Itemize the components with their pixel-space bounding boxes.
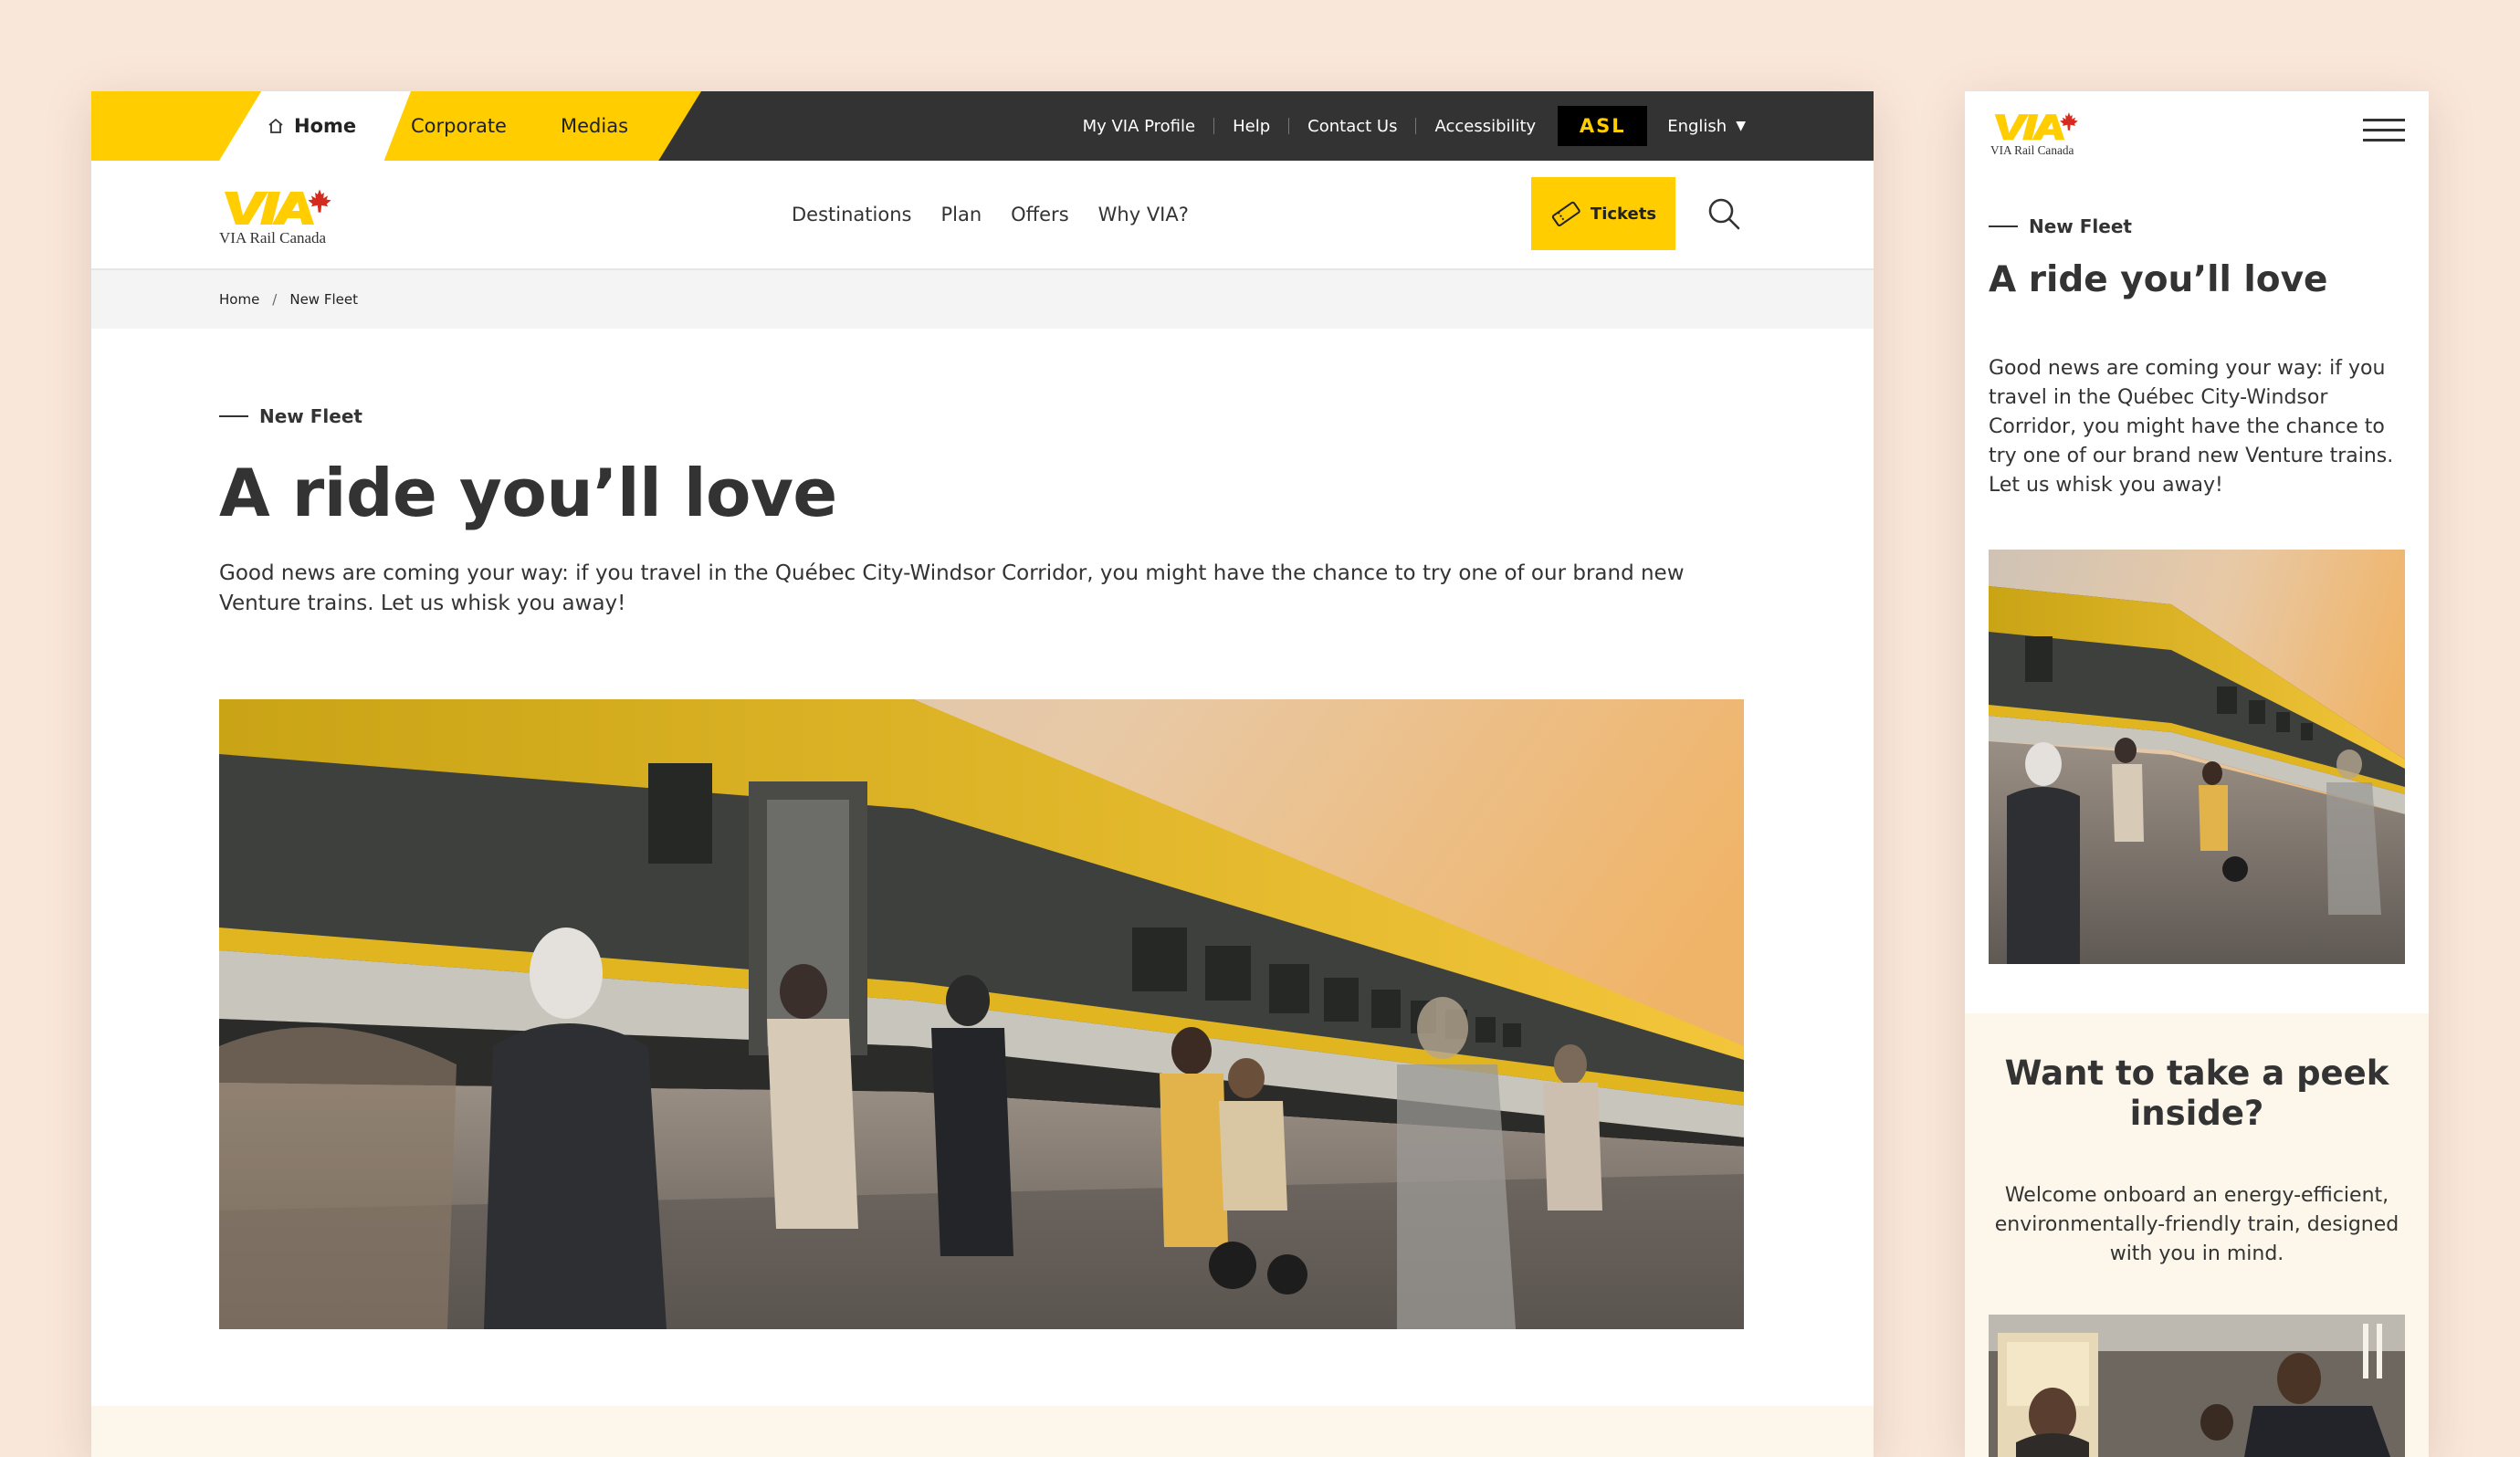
topbar-medias-link[interactable]: Medias: [561, 91, 628, 161]
hero-intro: Good news are coming your way: if you tr…: [219, 561, 1685, 615]
page-title-mobile: A ride you’ll love: [1989, 259, 2328, 300]
search-icon: [1708, 198, 1740, 230]
breadcrumb-separator: /: [272, 291, 278, 308]
breadcrumb-current: New Fleet: [289, 291, 358, 308]
mobile-view: VIA Rail Canada New Fleet A ride you’ll …: [1965, 91, 2429, 1457]
contact-us-link[interactable]: Contact Us: [1289, 117, 1415, 136]
nav-plan[interactable]: Plan: [940, 204, 982, 225]
train-platform-scene: [219, 699, 1744, 1329]
nav-why-via[interactable]: Why VIA?: [1098, 204, 1189, 225]
logo-wordmark-mobile: VIA Rail Canada: [1990, 143, 2074, 157]
hero-train-photo: [219, 699, 1744, 1329]
nav-offers[interactable]: Offers: [1011, 204, 1069, 225]
primary-nav: Destinations Plan Offers Why VIA?: [792, 161, 1218, 268]
peek-text: Welcome onboard an energy-efficient, env…: [1994, 1184, 2399, 1265]
main-navigation: VIA Rail Canada Destinations Plan Offers…: [91, 161, 1874, 270]
home-label: Home: [294, 115, 357, 137]
caret-down-icon: ▼: [1736, 119, 1746, 133]
hero-eyebrow: New Fleet: [219, 405, 362, 427]
hero-train-photo-mobile: [1989, 550, 2405, 964]
topbar-home-link[interactable]: Home: [267, 91, 356, 161]
breadcrumb: Home / New Fleet: [91, 270, 1874, 329]
home-icon: [268, 118, 283, 133]
peek-section-top: [91, 1406, 1874, 1457]
my-via-profile-link[interactable]: My VIA Profile: [1065, 117, 1214, 136]
page-title: A ride you’ll love: [219, 455, 837, 531]
eyebrow-label: New Fleet: [259, 405, 362, 427]
ticket-icon: [1551, 201, 1580, 226]
hamburger-menu-icon: [2363, 119, 2405, 142]
via-rail-logo-mobile[interactable]: VIA Rail Canada: [1989, 111, 2084, 161]
train-interior-photo: [1989, 1315, 2405, 1457]
train-interior-scene: [1989, 1315, 2405, 1457]
tickets-button[interactable]: Tickets: [1531, 177, 1675, 250]
asl-button[interactable]: ASL: [1558, 106, 1648, 146]
desktop-view: Home Corporate Medias My VIA Profile Hel…: [91, 91, 1874, 1457]
top-utility-bar: Home Corporate Medias My VIA Profile Hel…: [91, 91, 1874, 161]
language-label: English: [1667, 116, 1727, 136]
utility-nav: My VIA Profile Help Contact Us Accessibi…: [1065, 91, 1746, 161]
train-platform-scene-mobile: [1989, 550, 2405, 964]
accessibility-link[interactable]: Accessibility: [1416, 117, 1554, 136]
language-selector[interactable]: English ▼: [1653, 117, 1746, 136]
topbar-corporate-link[interactable]: Corporate: [411, 91, 507, 161]
eyebrow-dash: [1989, 225, 2018, 227]
hero-eyebrow-mobile: New Fleet: [1989, 215, 2132, 237]
search-button[interactable]: [1706, 195, 1742, 236]
nav-destinations[interactable]: Destinations: [792, 204, 911, 225]
hamburger-menu-button[interactable]: [2363, 117, 2405, 148]
hero-intro-mobile: Good news are coming your way: if you tr…: [1989, 357, 2394, 497]
tickets-label: Tickets: [1590, 204, 1657, 224]
peek-title: Want to take a peek inside?: [2004, 1053, 2389, 1133]
via-rail-logo[interactable]: VIA Rail Canada: [219, 188, 336, 250]
eyebrow-dash: [219, 415, 248, 417]
eyebrow-label-mobile: New Fleet: [2029, 215, 2132, 237]
breadcrumb-home[interactable]: Home: [219, 291, 259, 308]
help-link[interactable]: Help: [1214, 117, 1288, 136]
logo-wordmark: VIA Rail Canada: [219, 229, 327, 246]
